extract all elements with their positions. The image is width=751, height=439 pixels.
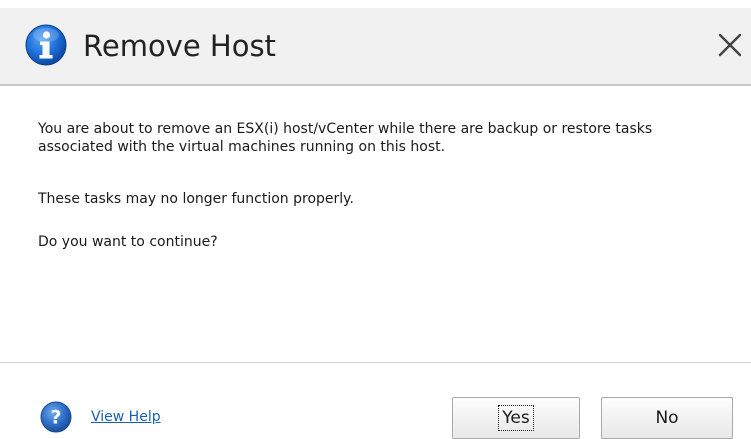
close-icon[interactable]	[712, 27, 748, 63]
footer-divider	[0, 362, 751, 363]
dialog-title: Remove Host	[83, 29, 276, 63]
consequence-text: These tasks may no longer function prope…	[38, 191, 354, 207]
remove-host-dialog: Remove Host You are about to remove an E…	[0, 0, 751, 439]
confirmation-question: Do you want to continue?	[38, 234, 218, 250]
svg-text:?: ?	[50, 407, 61, 429]
view-help-link[interactable]: View Help	[91, 408, 161, 426]
no-button-label: No	[655, 408, 679, 428]
yes-button-label: Yes	[498, 405, 534, 431]
dialog-titlebar: Remove Host	[0, 8, 751, 86]
warning-text: You are about to remove an ESX(i) host/v…	[38, 121, 653, 155]
yes-button[interactable]: Yes	[452, 397, 580, 439]
no-button[interactable]: No	[601, 397, 733, 439]
help-icon[interactable]: ?	[40, 401, 72, 433]
info-icon	[25, 24, 67, 66]
